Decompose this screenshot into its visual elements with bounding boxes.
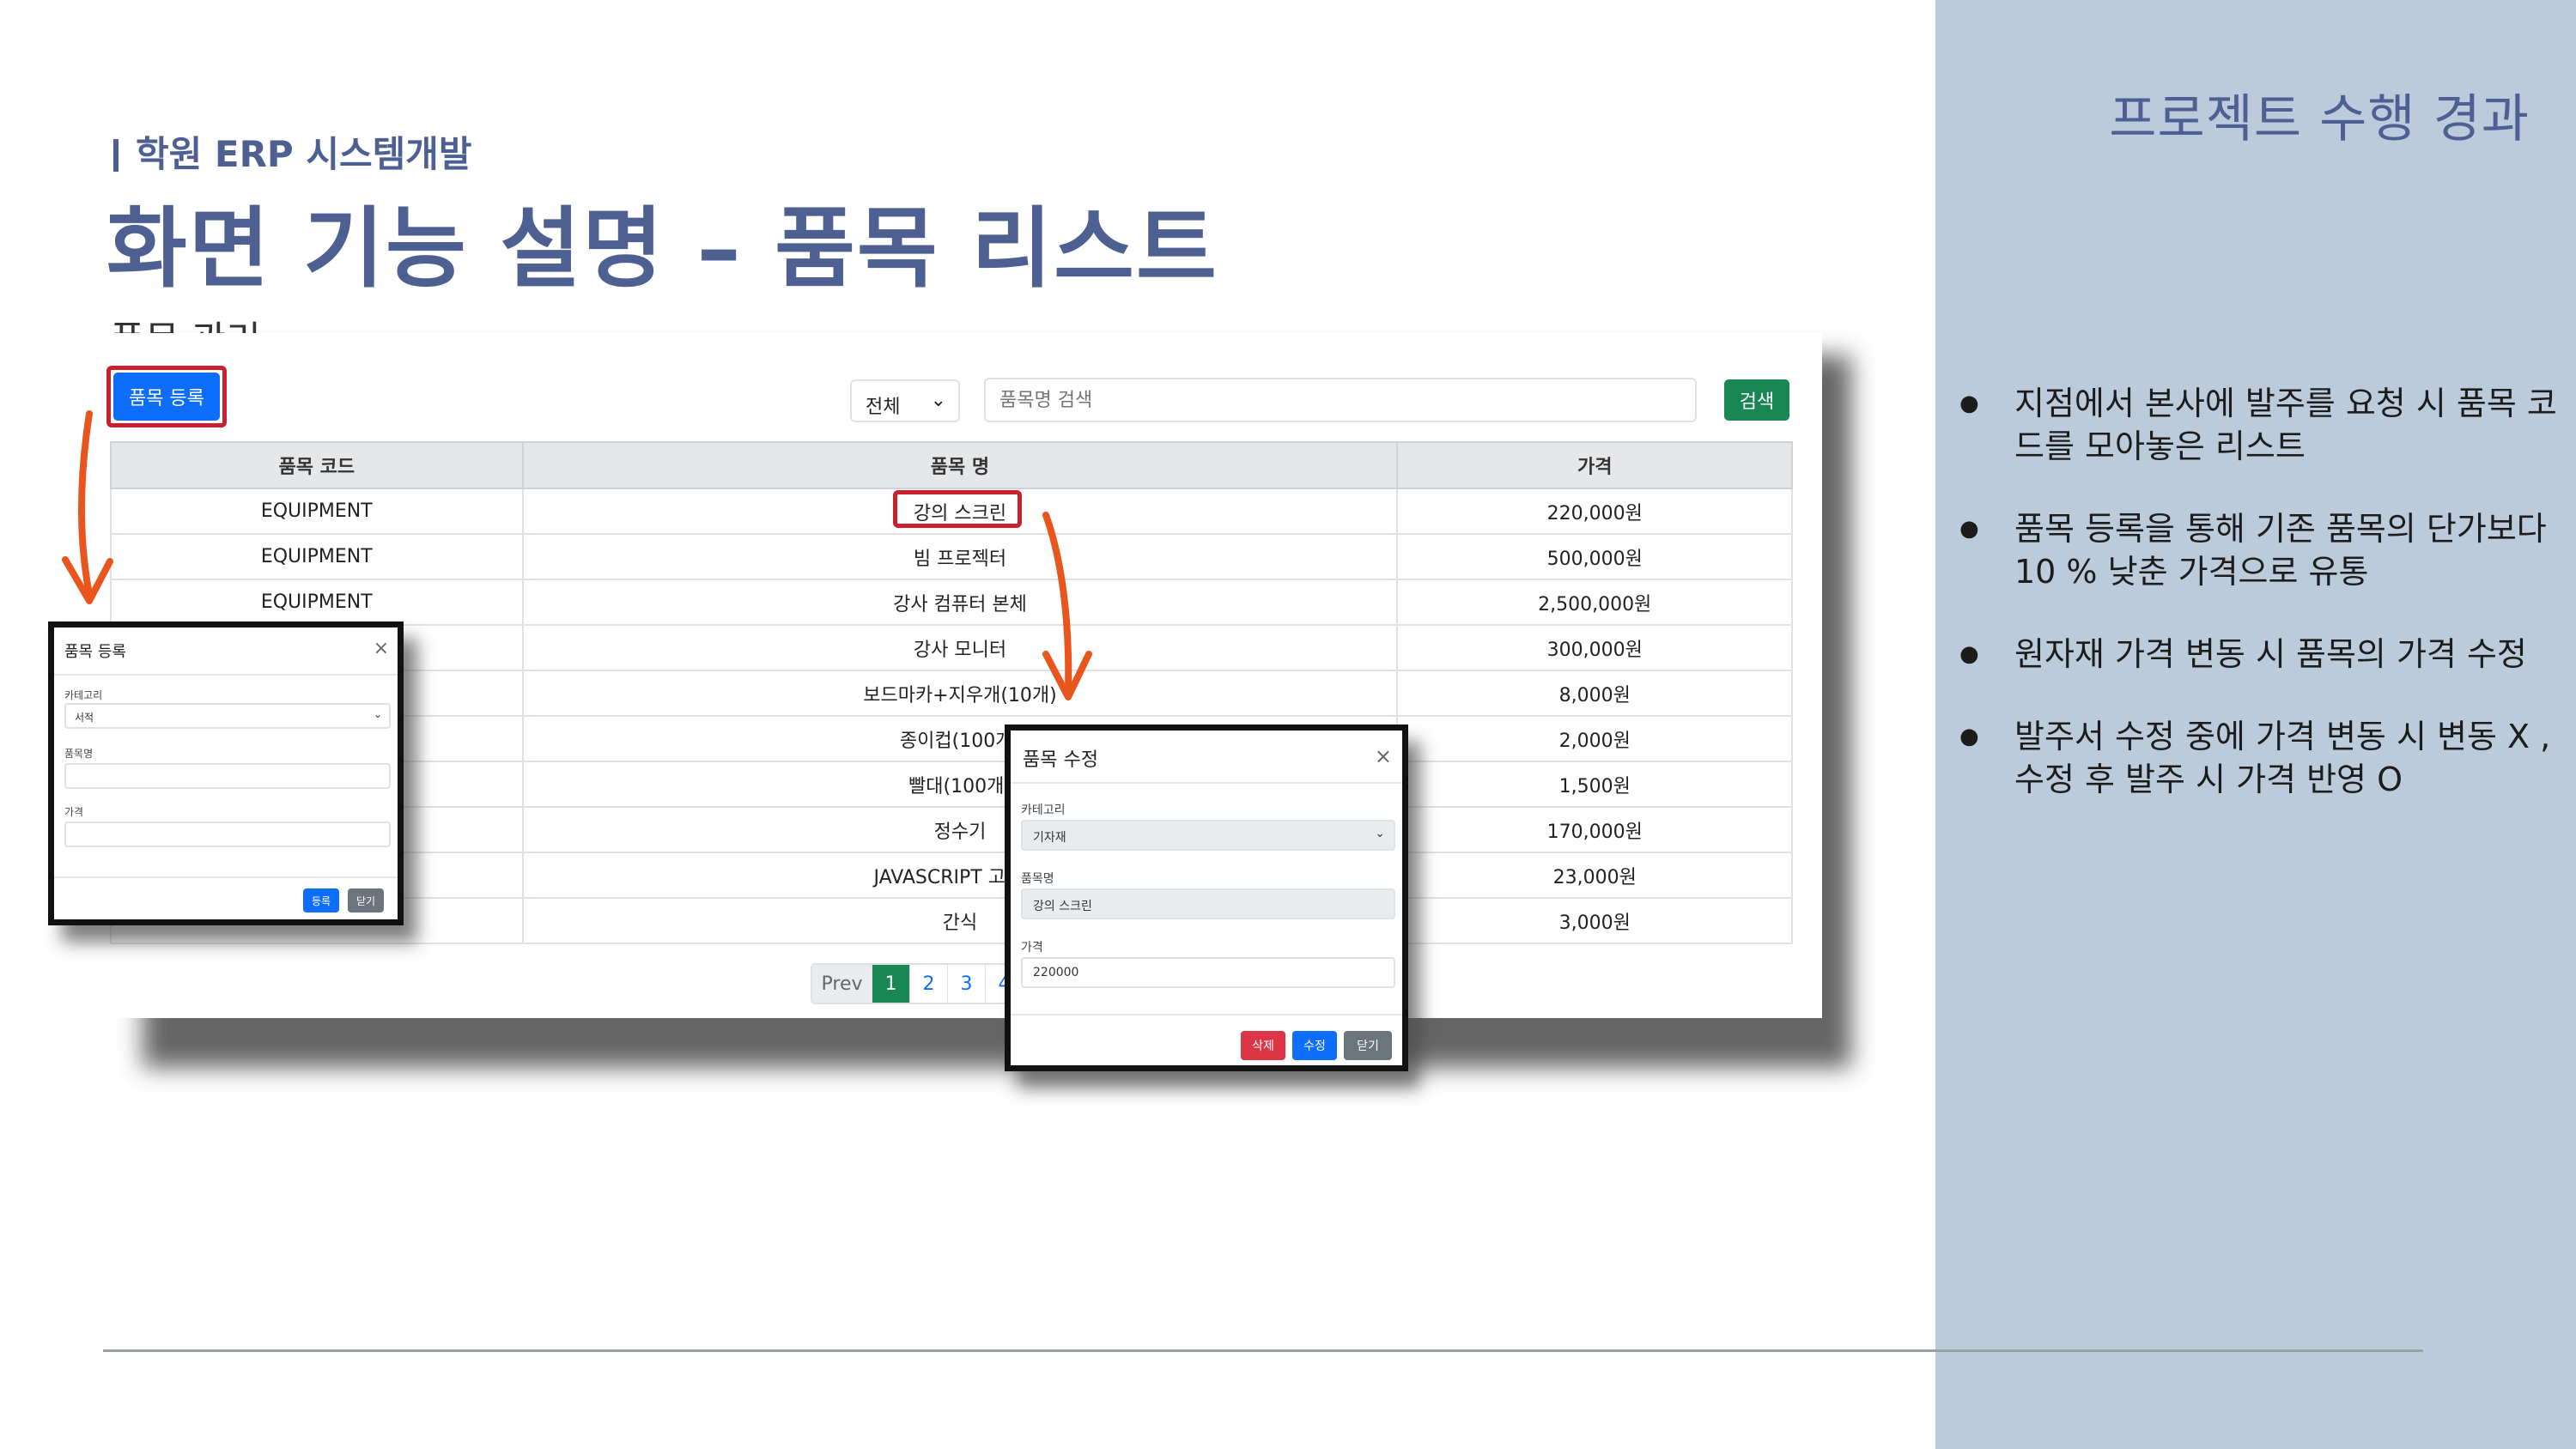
- category-label: 카테고리: [1021, 803, 1066, 817]
- cell-price: 2,500,000원: [1396, 579, 1793, 626]
- cell-price: 3,000원: [1396, 898, 1793, 944]
- register-modal-header: 품목 등록: [54, 627, 398, 676]
- category-select-value: 전체: [866, 397, 901, 418]
- cell-price: 8,000원: [1396, 670, 1793, 717]
- pagination-prev[interactable]: Prev: [812, 965, 872, 1003]
- register-modal: 품목 등록 × 카테고리 서적 ⌄ 품목명 가격 등록 닫기: [48, 621, 404, 925]
- bottom-divider: [103, 1349, 2423, 1352]
- header-price: 가격: [1396, 441, 1793, 489]
- edit-price-value: 220000: [1033, 966, 1079, 979]
- register-modal-footer: [54, 876, 398, 878]
- table-row[interactable]: EQUIPMENT 빔 프로젝터 500,000원: [110, 534, 1793, 580]
- table-row[interactable]: EQUIPMENT 강사 컴퓨터 본체 2,500,000원: [110, 579, 1793, 626]
- table-header-row: 품목 코드 품목 명 가격: [110, 441, 1793, 489]
- edit-name-value: 강의 스크린: [1033, 900, 1092, 913]
- subtitle-text: 학원 ERP 시스템개발: [136, 133, 472, 175]
- cell-price: 300,000원: [1396, 625, 1793, 671]
- chevron-down-icon: ⌄: [1375, 827, 1385, 840]
- close-icon[interactable]: ×: [374, 638, 389, 659]
- cell-price: 500,000원: [1396, 534, 1793, 580]
- cell-price: 1,500원: [1396, 761, 1793, 808]
- name-label: 품목명: [1021, 872, 1054, 886]
- cell-price: 23,000원: [1396, 852, 1793, 899]
- register-category-select[interactable]: 서적 ⌄: [64, 703, 391, 729]
- bullet-item: 품목 등록을 통해 기존 품목의 단가보다 10 % 낮춘 가격으로 유통: [1959, 507, 2561, 593]
- edit-name-input[interactable]: 강의 스크린: [1021, 888, 1395, 919]
- cell-price: 2,000원: [1396, 716, 1793, 762]
- search-input[interactable]: [984, 378, 1697, 422]
- pagination-page[interactable]: 1: [872, 965, 910, 1003]
- price-label: 가격: [1021, 941, 1043, 955]
- bullet-item: 지점에서 본사에 발주를 요청 시 품목 코드를 모아놓은 리스트: [1959, 382, 2561, 468]
- chevron-down-icon: ⌄: [930, 390, 946, 411]
- edit-modal-header: 품목 수정: [1011, 731, 1402, 784]
- slide-subtitle: 학원 ERP 시스템개발: [113, 125, 472, 178]
- bullet-list: 지점에서 본사에 발주를 요청 시 품목 코드를 모아놓은 리스트 품목 등록을…: [1959, 382, 2561, 840]
- edit-modal-title: 품목 수정: [1023, 749, 1098, 771]
- name-label: 품목명: [64, 748, 94, 760]
- register-modal-title: 품목 등록: [64, 643, 126, 661]
- edit-close-button[interactable]: 닫기: [1344, 1031, 1392, 1060]
- update-button[interactable]: 수정: [1292, 1031, 1337, 1060]
- subtitle-bar: [113, 139, 118, 172]
- category-label: 카테고리: [64, 689, 103, 701]
- chevron-down-icon: ⌄: [373, 708, 382, 720]
- register-category-value: 서적: [75, 712, 94, 724]
- register-close-button[interactable]: 닫기: [348, 888, 384, 912]
- row-highlight: [893, 490, 1022, 528]
- delete-button[interactable]: 삭제: [1241, 1031, 1285, 1060]
- pagination-page[interactable]: 2: [910, 965, 948, 1003]
- cell-code: EQUIPMENT: [110, 534, 523, 580]
- arrow-head-icon: [62, 556, 113, 604]
- register-name-input[interactable]: [64, 763, 391, 789]
- cell-price: 220,000원: [1396, 488, 1793, 535]
- cell-price: 170,000원: [1396, 807, 1793, 853]
- edit-modal-footer: [1011, 1014, 1402, 1016]
- arrow-to-register-modal: [78, 410, 93, 597]
- pagination-page[interactable]: 3: [948, 965, 986, 1003]
- close-icon[interactable]: ×: [1375, 744, 1392, 768]
- panel-title: 프로젝트 수행 경과: [2109, 89, 2530, 149]
- cell-code: EQUIPMENT: [110, 579, 523, 626]
- edit-category-select[interactable]: 기자재 ⌄: [1021, 820, 1395, 851]
- cell-name[interactable]: 빔 프로젝터: [521, 534, 1398, 580]
- cell-name[interactable]: 강사 모니터: [521, 625, 1398, 671]
- price-label: 가격: [64, 806, 84, 818]
- bullet-item: 원자재 가격 변동 시 품목의 가격 수정: [1959, 633, 2561, 676]
- header-name: 품목 명: [521, 441, 1399, 489]
- header-code: 품목 코드: [110, 441, 524, 489]
- register-price-input[interactable]: [64, 822, 391, 847]
- cell-name[interactable]: 보드마카+지우개(10개): [521, 670, 1398, 717]
- edit-category-value: 기자재: [1033, 831, 1066, 845]
- category-select[interactable]: 전체 ⌄: [850, 379, 960, 422]
- slide-title: 화면 기능 설명 – 품목 리스트: [106, 198, 1218, 300]
- edit-modal: 품목 수정 × 카테고리 기자재 ⌄ 품목명 강의 스크린 가격 220000 삭…: [1005, 724, 1408, 1071]
- cell-name[interactable]: 강사 컴퓨터 본체: [521, 579, 1398, 626]
- edit-price-input[interactable]: 220000: [1021, 957, 1395, 988]
- pagination: Prev 1 2 3 4: [811, 963, 1025, 1004]
- register-highlight: [106, 366, 227, 427]
- register-submit-button[interactable]: 등록: [303, 888, 339, 912]
- search-button[interactable]: 검색: [1724, 379, 1789, 421]
- bullet-item: 발주서 수정 중에 가격 변동 시 변동 X , 수정 후 발주 시 가격 반영…: [1959, 715, 2561, 801]
- cell-code: EQUIPMENT: [110, 488, 523, 535]
